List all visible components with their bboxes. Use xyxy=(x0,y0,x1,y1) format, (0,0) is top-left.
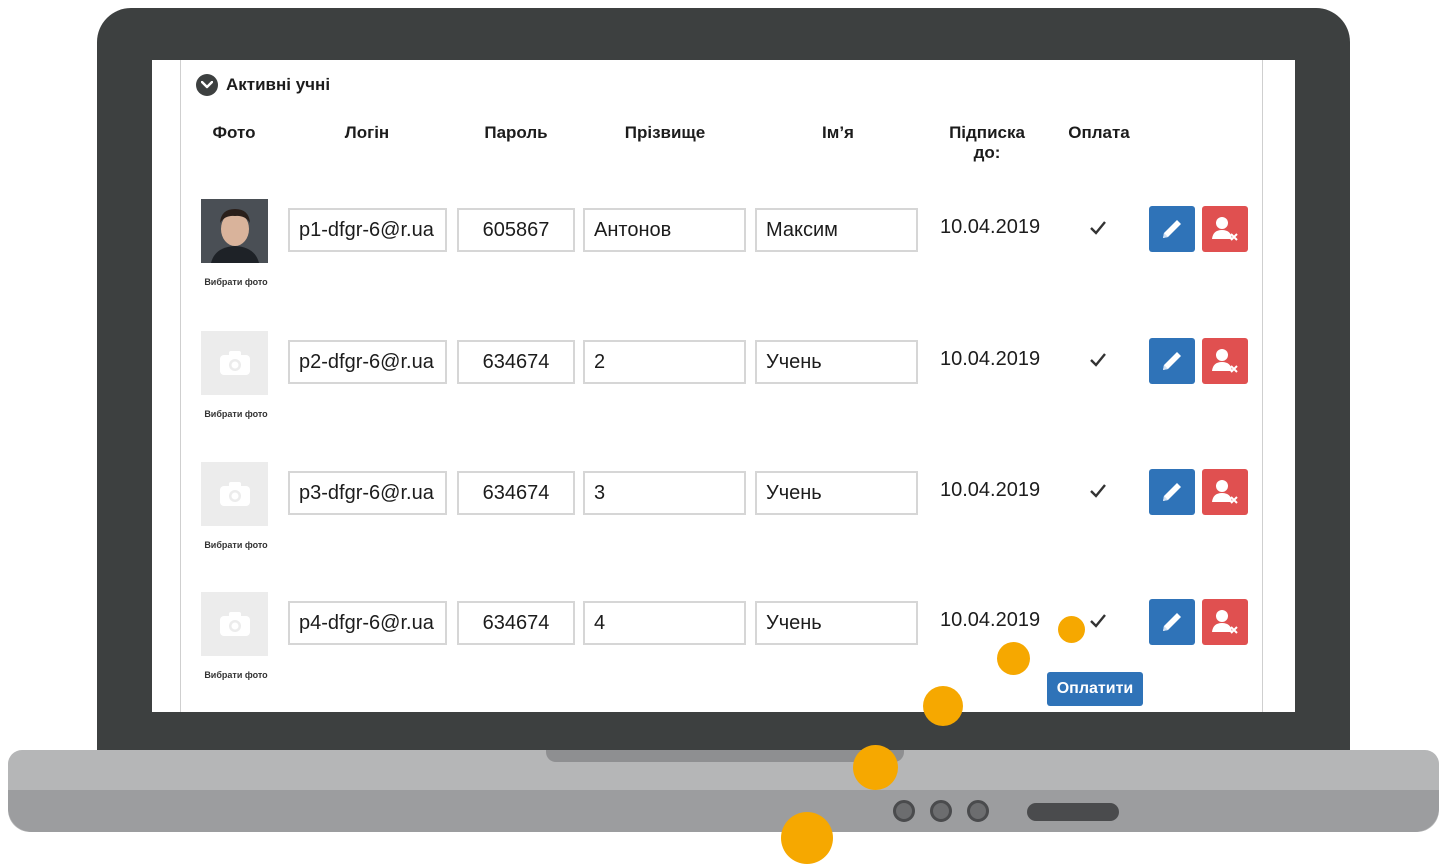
login-field[interactable]: p4-dfgr-6@r.ua xyxy=(288,601,447,645)
login-field[interactable]: p3-dfgr-6@r.ua xyxy=(288,471,447,515)
choose-photo-link[interactable]: Вибрати фото xyxy=(196,409,276,419)
laptop-port xyxy=(967,800,989,822)
table-row: Вибрати фото p1-dfgr-6@r.ua 605867 Антон… xyxy=(152,199,1295,299)
highlight-dot xyxy=(853,745,898,790)
surname-field[interactable]: 2 xyxy=(583,340,746,384)
section-header[interactable]: Активні учні xyxy=(196,74,330,96)
user-remove-icon xyxy=(1212,610,1238,634)
table-row: Вибрати фото p3-dfgr-6@r.ua 634674 3 Уче… xyxy=(152,462,1295,562)
subscription-date: 10.04.2019 xyxy=(940,479,1041,501)
laptop-port xyxy=(930,800,952,822)
camera-icon[interactable] xyxy=(201,331,268,395)
laptop-hinge xyxy=(546,750,904,762)
delete-user-button[interactable] xyxy=(1202,469,1248,515)
surname-field[interactable]: 4 xyxy=(583,601,746,645)
camera-icon[interactable] xyxy=(201,592,268,656)
column-header-subscription-line: Підписка xyxy=(949,123,1025,142)
subscription-date: 10.04.2019 xyxy=(940,348,1041,370)
name-field[interactable]: Учень xyxy=(755,601,918,645)
column-header-payment: Оплата xyxy=(1068,123,1130,142)
student-photo[interactable] xyxy=(201,199,268,263)
checkmark-icon[interactable] xyxy=(1089,219,1107,237)
checkmark-icon[interactable] xyxy=(1089,612,1107,630)
choose-photo-link[interactable]: Вибрати фото xyxy=(196,277,276,287)
laptop-base-front xyxy=(8,790,1439,832)
name-field[interactable]: Максим xyxy=(755,208,918,252)
surname-field[interactable]: Антонов xyxy=(583,208,746,252)
user-remove-icon xyxy=(1212,349,1238,373)
highlight-dot xyxy=(997,642,1030,675)
column-header-surname: Прізвище xyxy=(624,123,706,142)
edit-button[interactable] xyxy=(1149,338,1195,384)
delete-user-button[interactable] xyxy=(1202,206,1248,252)
camera-icon[interactable] xyxy=(201,462,268,526)
column-header-photo: Фото xyxy=(212,123,256,142)
column-header-login: Логін xyxy=(344,123,390,142)
subscription-date: 10.04.2019 xyxy=(940,216,1041,238)
surname-field[interactable]: 3 xyxy=(583,471,746,515)
subscription-date: 10.04.2019 xyxy=(940,609,1041,631)
table-row: Вибрати фото p2-dfgr-6@r.ua 634674 2 Уче… xyxy=(152,331,1295,431)
highlight-dot xyxy=(923,686,963,726)
section-title: Активні учні xyxy=(226,75,331,94)
login-field[interactable]: p2-dfgr-6@r.ua xyxy=(288,340,447,384)
name-field[interactable]: Учень xyxy=(755,340,918,384)
password-field[interactable]: 605867 xyxy=(457,208,575,252)
checkmark-icon[interactable] xyxy=(1089,351,1107,369)
delete-user-button[interactable] xyxy=(1202,338,1248,384)
pay-button[interactable]: Оплатити xyxy=(1047,672,1143,706)
pencil-icon xyxy=(1163,220,1181,238)
screen: Активні учні Фото Логін Пароль Прізвище … xyxy=(152,60,1295,712)
pencil-icon xyxy=(1163,613,1181,631)
highlight-dot xyxy=(781,812,833,864)
pencil-icon xyxy=(1163,483,1181,501)
edit-button[interactable] xyxy=(1149,599,1195,645)
password-field[interactable]: 634674 xyxy=(457,471,575,515)
password-field[interactable]: 634674 xyxy=(457,340,575,384)
edit-button[interactable] xyxy=(1149,469,1195,515)
checkmark-icon[interactable] xyxy=(1089,482,1107,500)
column-header-subscription-line: до: xyxy=(973,143,1001,162)
column-header-password: Пароль xyxy=(484,123,548,142)
choose-photo-link[interactable]: Вибрати фото xyxy=(196,670,276,680)
pencil-icon xyxy=(1163,352,1181,370)
user-remove-icon xyxy=(1212,480,1238,504)
user-remove-icon xyxy=(1212,217,1238,241)
password-field[interactable]: 634674 xyxy=(457,601,575,645)
column-header-subscription: Підписка до: xyxy=(937,123,1037,163)
edit-button[interactable] xyxy=(1149,206,1195,252)
choose-photo-link[interactable]: Вибрати фото xyxy=(196,540,276,550)
login-field[interactable]: p1-dfgr-6@r.ua xyxy=(288,208,447,252)
chevron-down-icon[interactable] xyxy=(196,74,218,96)
laptop-slot xyxy=(1027,803,1119,821)
laptop-port xyxy=(893,800,915,822)
name-field[interactable]: Учень xyxy=(755,471,918,515)
highlight-dot xyxy=(1058,616,1085,643)
column-header-name: Ім’я xyxy=(822,123,854,142)
delete-user-button[interactable] xyxy=(1202,599,1248,645)
